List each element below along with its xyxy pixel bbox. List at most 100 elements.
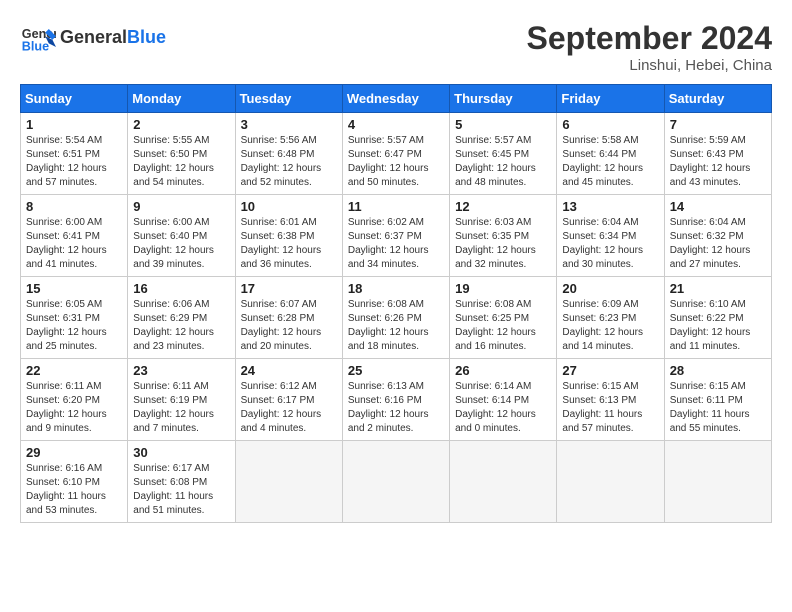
day-info: Sunrise: 5:56 AM Sunset: 6:48 PM Dayligh…: [241, 134, 337, 190]
calendar-day-cell: 8 Sunrise: 6:00 AM Sunset: 6:41 PM Dayli…: [21, 195, 128, 277]
day-number: 18: [348, 281, 444, 296]
day-number: 19: [455, 281, 551, 296]
day-number: 2: [133, 117, 229, 132]
day-info: Sunrise: 6:15 AM Sunset: 6:13 PM Dayligh…: [562, 380, 658, 436]
day-number: 6: [562, 117, 658, 132]
day-info: Sunrise: 6:06 AM Sunset: 6:29 PM Dayligh…: [133, 298, 229, 354]
page-header: General Blue GeneralBlue September 2024 …: [20, 20, 772, 74]
calendar-day-cell: [342, 441, 449, 523]
day-info: Sunrise: 6:10 AM Sunset: 6:22 PM Dayligh…: [670, 298, 766, 354]
day-info: Sunrise: 6:02 AM Sunset: 6:37 PM Dayligh…: [348, 216, 444, 272]
calendar-day-cell: 3 Sunrise: 5:56 AM Sunset: 6:48 PM Dayli…: [235, 113, 342, 195]
calendar-day-cell: [664, 441, 771, 523]
calendar-day-cell: 2 Sunrise: 5:55 AM Sunset: 6:50 PM Dayli…: [128, 113, 235, 195]
calendar-day-cell: 27 Sunrise: 6:15 AM Sunset: 6:13 PM Dayl…: [557, 359, 664, 441]
calendar-day-cell: 29 Sunrise: 6:16 AM Sunset: 6:10 PM Dayl…: [21, 441, 128, 523]
day-info: Sunrise: 6:11 AM Sunset: 6:19 PM Dayligh…: [133, 380, 229, 436]
day-number: 14: [670, 199, 766, 214]
calendar-day-cell: 10 Sunrise: 6:01 AM Sunset: 6:38 PM Dayl…: [235, 195, 342, 277]
calendar-table: Sunday Monday Tuesday Wednesday Thursday…: [20, 84, 772, 523]
day-number: 20: [562, 281, 658, 296]
calendar-day-cell: 24 Sunrise: 6:12 AM Sunset: 6:17 PM Dayl…: [235, 359, 342, 441]
calendar-day-cell: 23 Sunrise: 6:11 AM Sunset: 6:19 PM Dayl…: [128, 359, 235, 441]
calendar-day-cell: 1 Sunrise: 5:54 AM Sunset: 6:51 PM Dayli…: [21, 113, 128, 195]
day-info: Sunrise: 6:12 AM Sunset: 6:17 PM Dayligh…: [241, 380, 337, 436]
calendar-day-cell: 6 Sunrise: 5:58 AM Sunset: 6:44 PM Dayli…: [557, 113, 664, 195]
day-number: 7: [670, 117, 766, 132]
svg-text:Blue: Blue: [22, 40, 49, 54]
calendar-day-cell: 9 Sunrise: 6:00 AM Sunset: 6:40 PM Dayli…: [128, 195, 235, 277]
logo-general: General: [60, 27, 127, 47]
col-tuesday: Tuesday: [235, 85, 342, 113]
day-number: 13: [562, 199, 658, 214]
calendar-day-cell: 15 Sunrise: 6:05 AM Sunset: 6:31 PM Dayl…: [21, 277, 128, 359]
day-number: 12: [455, 199, 551, 214]
logo-blue: Blue: [127, 27, 166, 47]
day-info: Sunrise: 5:55 AM Sunset: 6:50 PM Dayligh…: [133, 134, 229, 190]
calendar-day-cell: 14 Sunrise: 6:04 AM Sunset: 6:32 PM Dayl…: [664, 195, 771, 277]
calendar-header-row: Sunday Monday Tuesday Wednesday Thursday…: [21, 85, 772, 113]
calendar-week-row: 29 Sunrise: 6:16 AM Sunset: 6:10 PM Dayl…: [21, 441, 772, 523]
day-number: 1: [26, 117, 122, 132]
day-info: Sunrise: 6:11 AM Sunset: 6:20 PM Dayligh…: [26, 380, 122, 436]
day-info: Sunrise: 6:00 AM Sunset: 6:41 PM Dayligh…: [26, 216, 122, 272]
day-info: Sunrise: 6:17 AM Sunset: 6:08 PM Dayligh…: [133, 462, 229, 518]
day-number: 23: [133, 363, 229, 378]
calendar-day-cell: [557, 441, 664, 523]
day-info: Sunrise: 6:13 AM Sunset: 6:16 PM Dayligh…: [348, 380, 444, 436]
calendar-day-cell: 7 Sunrise: 5:59 AM Sunset: 6:43 PM Dayli…: [664, 113, 771, 195]
day-number: 24: [241, 363, 337, 378]
col-wednesday: Wednesday: [342, 85, 449, 113]
calendar-week-row: 15 Sunrise: 6:05 AM Sunset: 6:31 PM Dayl…: [21, 277, 772, 359]
logo-icon: General Blue: [20, 20, 56, 56]
calendar-day-cell: 19 Sunrise: 6:08 AM Sunset: 6:25 PM Dayl…: [450, 277, 557, 359]
day-number: 29: [26, 445, 122, 460]
day-info: Sunrise: 6:04 AM Sunset: 6:34 PM Dayligh…: [562, 216, 658, 272]
day-number: 4: [348, 117, 444, 132]
day-info: Sunrise: 6:03 AM Sunset: 6:35 PM Dayligh…: [455, 216, 551, 272]
day-number: 16: [133, 281, 229, 296]
col-monday: Monday: [128, 85, 235, 113]
day-info: Sunrise: 6:01 AM Sunset: 6:38 PM Dayligh…: [241, 216, 337, 272]
title-block: September 2024 Linshui, Hebei, China: [527, 20, 772, 74]
calendar-day-cell: 16 Sunrise: 6:06 AM Sunset: 6:29 PM Dayl…: [128, 277, 235, 359]
calendar-day-cell: 21 Sunrise: 6:10 AM Sunset: 6:22 PM Dayl…: [664, 277, 771, 359]
day-number: 9: [133, 199, 229, 214]
day-info: Sunrise: 5:57 AM Sunset: 6:45 PM Dayligh…: [455, 134, 551, 190]
day-number: 17: [241, 281, 337, 296]
day-info: Sunrise: 6:04 AM Sunset: 6:32 PM Dayligh…: [670, 216, 766, 272]
col-thursday: Thursday: [450, 85, 557, 113]
logo-text: GeneralBlue: [60, 28, 166, 48]
day-info: Sunrise: 6:00 AM Sunset: 6:40 PM Dayligh…: [133, 216, 229, 272]
day-number: 28: [670, 363, 766, 378]
calendar-week-row: 1 Sunrise: 5:54 AM Sunset: 6:51 PM Dayli…: [21, 113, 772, 195]
location: Linshui, Hebei, China: [527, 57, 772, 74]
day-info: Sunrise: 6:05 AM Sunset: 6:31 PM Dayligh…: [26, 298, 122, 354]
day-info: Sunrise: 5:58 AM Sunset: 6:44 PM Dayligh…: [562, 134, 658, 190]
calendar-day-cell: 30 Sunrise: 6:17 AM Sunset: 6:08 PM Dayl…: [128, 441, 235, 523]
day-info: Sunrise: 5:59 AM Sunset: 6:43 PM Dayligh…: [670, 134, 766, 190]
calendar-day-cell: 4 Sunrise: 5:57 AM Sunset: 6:47 PM Dayli…: [342, 113, 449, 195]
calendar-day-cell: 28 Sunrise: 6:15 AM Sunset: 6:11 PM Dayl…: [664, 359, 771, 441]
day-number: 11: [348, 199, 444, 214]
calendar-day-cell: 11 Sunrise: 6:02 AM Sunset: 6:37 PM Dayl…: [342, 195, 449, 277]
calendar-day-cell: 17 Sunrise: 6:07 AM Sunset: 6:28 PM Dayl…: [235, 277, 342, 359]
calendar-day-cell: 26 Sunrise: 6:14 AM Sunset: 6:14 PM Dayl…: [450, 359, 557, 441]
day-number: 22: [26, 363, 122, 378]
calendar-day-cell: 12 Sunrise: 6:03 AM Sunset: 6:35 PM Dayl…: [450, 195, 557, 277]
day-number: 3: [241, 117, 337, 132]
day-number: 30: [133, 445, 229, 460]
day-info: Sunrise: 6:07 AM Sunset: 6:28 PM Dayligh…: [241, 298, 337, 354]
day-number: 27: [562, 363, 658, 378]
calendar-day-cell: [450, 441, 557, 523]
day-number: 8: [26, 199, 122, 214]
day-info: Sunrise: 5:54 AM Sunset: 6:51 PM Dayligh…: [26, 134, 122, 190]
col-sunday: Sunday: [21, 85, 128, 113]
day-number: 26: [455, 363, 551, 378]
calendar-day-cell: 20 Sunrise: 6:09 AM Sunset: 6:23 PM Dayl…: [557, 277, 664, 359]
day-number: 5: [455, 117, 551, 132]
calendar-day-cell: 5 Sunrise: 5:57 AM Sunset: 6:45 PM Dayli…: [450, 113, 557, 195]
day-number: 15: [26, 281, 122, 296]
day-info: Sunrise: 5:57 AM Sunset: 6:47 PM Dayligh…: [348, 134, 444, 190]
month-year: September 2024: [527, 20, 772, 57]
